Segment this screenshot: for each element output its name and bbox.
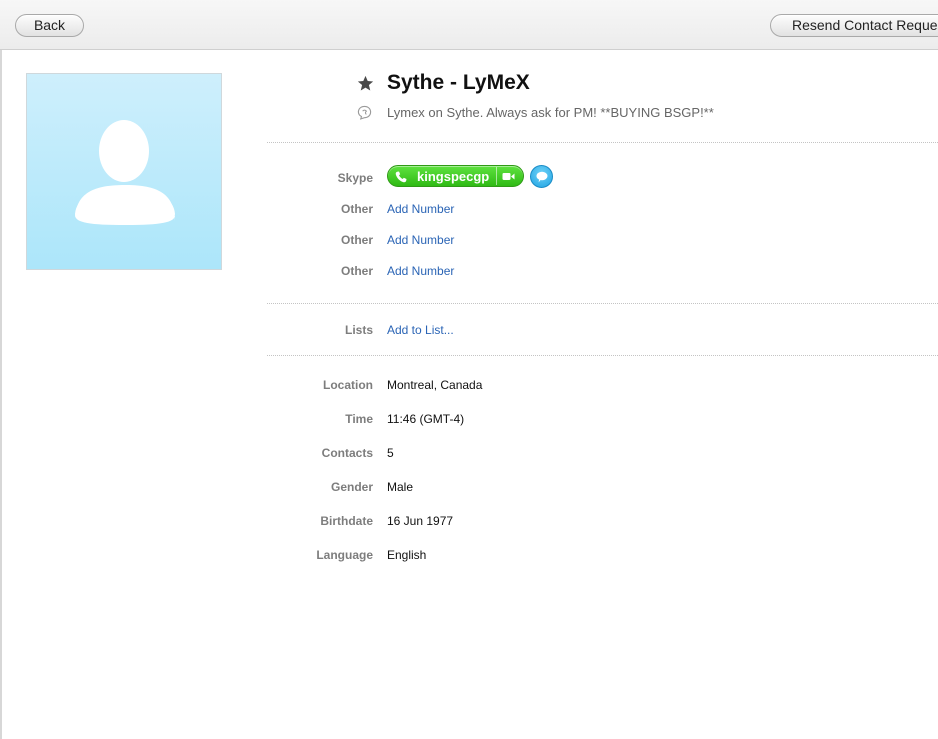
- contact-name: Sythe - LyMeX: [387, 71, 530, 94]
- phone-label-2: Other: [340, 233, 373, 247]
- skype-call-button[interactable]: kingspecgp: [387, 165, 524, 187]
- toolbar: Back Resend Contact Request: [0, 0, 938, 50]
- phone-icon: [395, 171, 407, 183]
- video-camera-icon[interactable]: [502, 172, 515, 181]
- section-divider: [267, 355, 938, 356]
- skype-username: kingspecgp: [417, 169, 490, 184]
- add-number-link-2[interactable]: Add Number: [387, 233, 454, 247]
- gender-label: Gender: [330, 480, 373, 494]
- add-to-list-link[interactable]: Add to List...: [387, 323, 454, 337]
- section-divider: [267, 303, 938, 304]
- back-button[interactable]: Back: [15, 14, 84, 37]
- language-value: English: [387, 548, 427, 562]
- window-left-border: [0, 0, 2, 739]
- time-value: 11:46 (GMT-4): [387, 412, 465, 426]
- birthdate-value: 16 Jun 1977: [387, 514, 454, 528]
- avatar: [26, 73, 222, 270]
- contacts-value: 5: [387, 446, 394, 460]
- gender-value: Male: [387, 480, 414, 494]
- add-number-link-3[interactable]: Add Number: [387, 264, 454, 278]
- location-value: Montreal, Canada: [387, 378, 483, 392]
- skype-label: Skype: [337, 171, 373, 185]
- phone-label-1: Other: [340, 202, 373, 216]
- instant-message-button[interactable]: [530, 165, 553, 188]
- contacts-label: Contacts: [321, 446, 373, 460]
- phone-label-3: Other: [340, 264, 373, 278]
- default-avatar-silhouette-icon: [75, 120, 175, 225]
- star-icon[interactable]: [357, 75, 374, 92]
- section-divider: [267, 142, 938, 143]
- call-button-separator: [496, 167, 497, 185]
- time-label: Time: [345, 412, 373, 426]
- resend-contact-request-button[interactable]: Resend Contact Request: [770, 14, 938, 37]
- mood-message-icon: [357, 105, 372, 120]
- chat-bubble-icon: [536, 171, 548, 183]
- location-label: Location: [323, 378, 373, 392]
- language-label: Language: [316, 548, 373, 562]
- mood-message: Lymex on Sythe. Always ask for PM! **BUY…: [387, 105, 714, 120]
- add-number-link-1[interactable]: Add Number: [387, 202, 454, 216]
- lists-label: Lists: [344, 323, 373, 337]
- birthdate-label: Birthdate: [320, 514, 373, 528]
